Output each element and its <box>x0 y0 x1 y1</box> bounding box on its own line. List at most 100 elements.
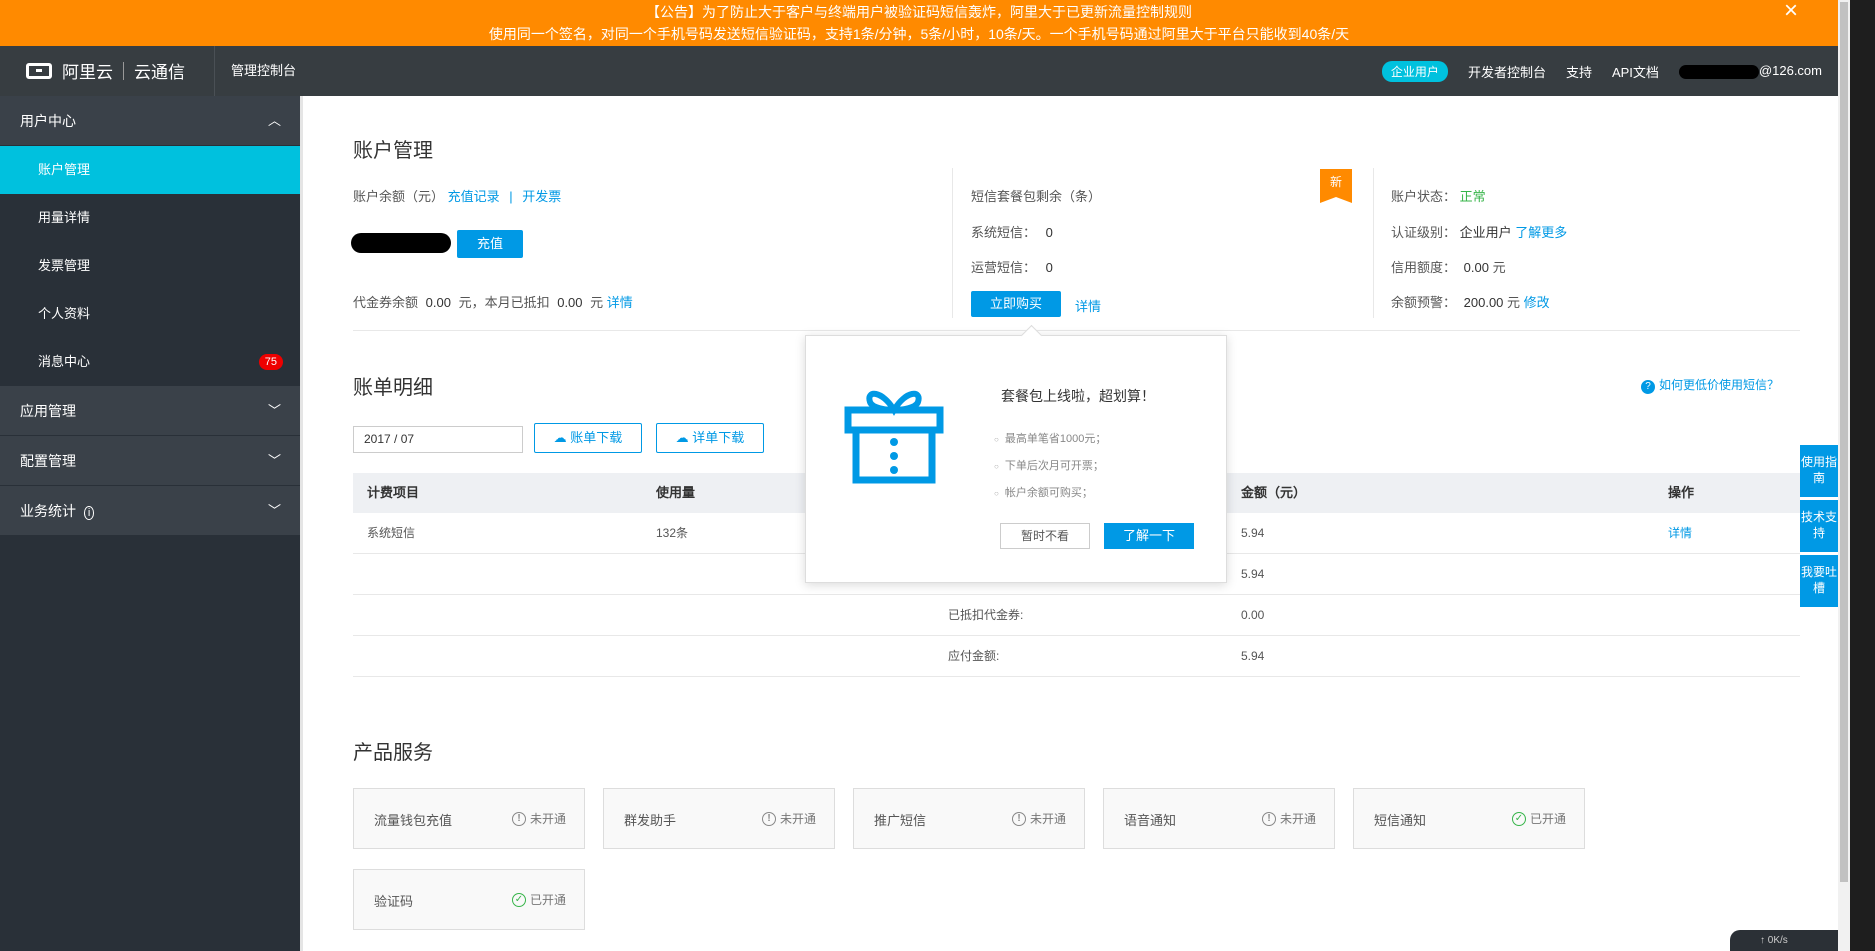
sidebar-item-messages[interactable]: 消息中心 75 <box>0 338 303 386</box>
invoice-link[interactable]: 开发票 <box>522 189 561 204</box>
service-name: 验证码 <box>374 894 414 909</box>
coupon-mid: 元，本月已抵扣 <box>458 295 550 310</box>
buy-now-button[interactable]: 立即购买 <box>971 291 1061 317</box>
sidebar-group-user-center[interactable]: 用户中心 ︿ <box>0 96 303 146</box>
list-item: 最高单笔省1000元； <box>994 426 1106 453</box>
products-title: 产品服务 <box>353 742 433 764</box>
ops-sms-value: 0 <box>1045 260 1053 275</box>
coupon-details-link[interactable]: 详情 <box>607 295 633 310</box>
enterprise-badge[interactable]: 企业用户 <box>1381 60 1448 82</box>
support-link[interactable]: 支持 <box>1566 62 1592 81</box>
chevron-down-icon: ﹀ <box>267 453 281 468</box>
sidebar-group-label: 用户中心 <box>20 113 76 129</box>
service-name: 短信通知 <box>1374 813 1427 828</box>
close-icon[interactable]: × <box>1784 0 1798 23</box>
row-details-link[interactable]: 详情 <box>1668 513 1692 553</box>
list-item: 下单后次月可开票； <box>994 453 1106 480</box>
redacted-username <box>1678 64 1759 79</box>
service-card[interactable]: 语音通知 ! 未开通 <box>1103 788 1335 849</box>
service-name: 群发助手 <box>624 813 677 828</box>
logo[interactable]: 阿里云 云通信 <box>26 58 185 83</box>
yuan-unit: 元 <box>1492 260 1506 275</box>
service-status: ✓ 已开通 <box>511 891 566 908</box>
coupon-label: 代金券余额 <box>353 295 419 310</box>
service-status: ✓ 已开通 <box>1511 810 1566 827</box>
sidebar-item-account[interactable]: 账户管理 <box>0 146 303 194</box>
status-row: 账户状态： 正常 <box>1391 186 1486 205</box>
alert-row: 余额预警： 200.00 元 修改 <box>1391 292 1550 311</box>
service-card[interactable]: 验证码 ✓ 已开通 <box>353 869 585 930</box>
api-docs-link[interactable]: API文档 <box>1612 62 1659 81</box>
service-name: 流量钱包充值 <box>374 813 453 828</box>
service-card[interactable]: 短信通知 ✓ 已开通 <box>1353 788 1585 849</box>
package-promo-popup: 套餐包上线啦，超划算！ 最高单笔省1000元； 下单后次月可开票； 帐户余额可购… <box>805 335 1227 583</box>
service-status: ! 未开通 <box>511 810 566 827</box>
cert-label: 认证级别： <box>1391 225 1457 240</box>
credit-row: 信用额度： 0.00 元 <box>1391 257 1506 276</box>
announcement-line1: 【公告】为了防止大于客户与终端用户被验证码短信轰炸，阿里大于已更新流量控制规则 <box>646 4 1192 20</box>
learn-more-button[interactable]: 了解一下 <box>1104 523 1194 549</box>
service-card[interactable]: 流量钱包充值 ! 未开通 <box>353 788 585 849</box>
service-card[interactable]: 推广短信 ! 未开通 <box>853 788 1085 849</box>
modify-link[interactable]: 修改 <box>1524 295 1550 310</box>
cloud-download-icon: ☁ <box>675 430 689 445</box>
feedback-button[interactable]: 我要吐槽 <box>1800 555 1838 607</box>
user-guide-button[interactable]: 使用指南 <box>1800 445 1838 497</box>
scrollbar-thumb[interactable] <box>1840 2 1848 882</box>
sidebar-item-usage[interactable]: 用量详情 <box>0 194 303 242</box>
vertical-scrollbar[interactable] <box>1838 0 1850 951</box>
service-status: ! 未开通 <box>761 810 816 827</box>
package-label: 短信套餐包剩余（条） <box>971 189 1102 204</box>
redacted-balance <box>351 233 451 253</box>
user-account[interactable]: @126.com <box>1678 63 1822 79</box>
service-card[interactable]: 群发助手 ! 未开通 <box>603 788 835 849</box>
top-right-nav: 企业用户 开发者控制台 支持 API文档 @126.com <box>1381 46 1822 96</box>
service-name: 推广短信 <box>874 813 927 828</box>
ops-sms-label: 运营短信： <box>971 260 1037 275</box>
popup-benefits: 最高单笔省1000元； 下单后次月可开票； 帐户余额可购买； <box>994 426 1106 507</box>
chevron-down-icon: ﹀ <box>267 503 281 518</box>
service-status-text: 已开通 <box>1529 812 1566 826</box>
service-status-text: 未开通 <box>1029 812 1066 826</box>
logo-divider <box>123 61 124 80</box>
coupon-deducted-value: 0.00 <box>1241 608 1265 622</box>
status-label: 账户状态： <box>1391 189 1457 204</box>
recharge-record-link[interactable]: 充值记录 <box>448 189 500 204</box>
dismiss-button[interactable]: 暂时不看 <box>1000 523 1090 549</box>
section-divider <box>353 330 1800 331</box>
sidebar-group-config[interactable]: 配置管理 ﹀ <box>0 436 303 486</box>
sidebar-group-app[interactable]: 应用管理 ﹀ <box>0 386 303 436</box>
check-icon: ✓ <box>1511 811 1526 826</box>
link-divider: | <box>509 189 513 204</box>
sys-sms-value: 0 <box>1045 225 1053 240</box>
announcement-line2: 使用同一个签名，对同一个手机号码发送短信验证码，支持1条/分钟，5条/小时，10… <box>488 26 1350 42</box>
sidebar-item-profile[interactable]: 个人资料 <box>0 290 303 338</box>
download-bill-button[interactable]: ☁ 账单下载 <box>534 423 642 453</box>
dev-console-link[interactable]: 开发者控制台 <box>1468 62 1546 81</box>
sidebar: 用户中心 ︿ 账户管理 用量详情 发票管理 个人资料 消息中心 75 应用管理 … <box>0 96 303 951</box>
download-detail-label: 详单下载 <box>692 430 745 445</box>
sidebar-group-label: 配置管理 <box>20 453 76 469</box>
download-detail-button[interactable]: ☁ 详单下载 <box>656 423 764 453</box>
account-title: 账户管理 <box>353 140 433 162</box>
recharge-button[interactable]: 充值 <box>457 230 523 258</box>
month-picker[interactable]: 2017 / 07 <box>353 426 523 453</box>
credit-label: 信用额度： <box>1391 260 1457 275</box>
message-count-badge: 75 <box>258 354 283 370</box>
product-name: 云通信 <box>134 63 185 82</box>
tech-support-button[interactable]: 技术支持 <box>1800 500 1838 552</box>
help-link[interactable]: ? 如何更低价使用短信？ <box>1641 376 1779 394</box>
learn-more-link[interactable]: 了解更多 <box>1515 225 1567 240</box>
yuan-unit: 元 <box>1507 295 1521 310</box>
cell-item: 系统短信 <box>367 526 416 540</box>
sidebar-item-invoice[interactable]: 发票管理 <box>0 242 303 290</box>
sidebar-group-stats[interactable]: 业务统计 i ﹀ <box>0 486 303 536</box>
warning-icon: ! <box>511 811 526 826</box>
package-details-link[interactable]: 详情 <box>1075 296 1101 315</box>
coupon-value: 0.00 <box>425 295 451 310</box>
announcement-bar: 【公告】为了防止大于客户与终端用户被验证码短信轰炸，阿里大于已更新流量控制规则 … <box>0 0 1838 46</box>
table-row-payable: 应付金额: 5.94 <box>353 636 1800 677</box>
console-link[interactable]: 管理控制台 <box>214 46 296 96</box>
col-header-action: 操作 <box>1668 485 1695 500</box>
column-divider <box>1373 168 1374 318</box>
